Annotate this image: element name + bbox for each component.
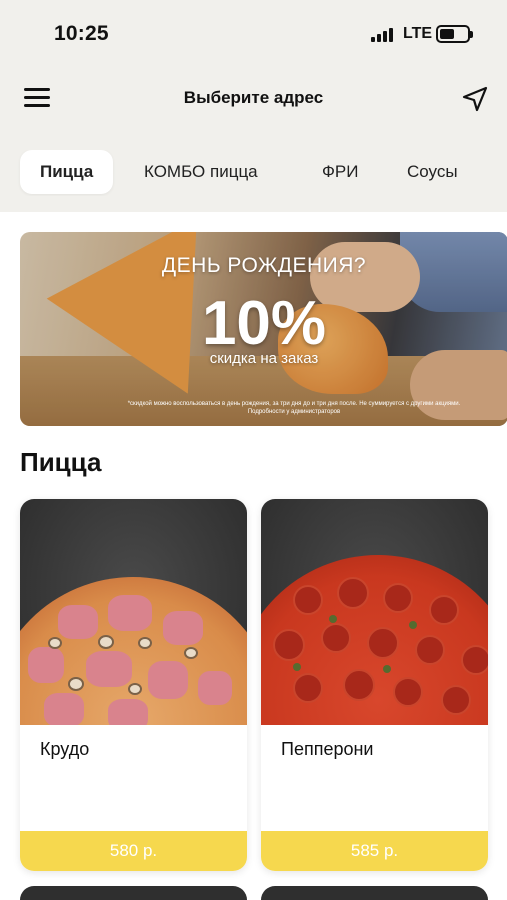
network-label: LTE bbox=[403, 25, 433, 42]
location-arrow-icon[interactable] bbox=[460, 84, 490, 114]
top-area: 10:25 LTE Выберите адрес Пицца КОМБО пиц… bbox=[0, 0, 507, 212]
address-selector[interactable]: Выберите адрес bbox=[0, 88, 507, 108]
tab-combo-pizza[interactable]: КОМБО пицца bbox=[144, 150, 258, 194]
product-name: Крудо bbox=[40, 739, 90, 759]
battery-icon bbox=[436, 25, 473, 43]
product-card-partial[interactable] bbox=[261, 886, 488, 900]
nav-bar: Выберите адрес bbox=[0, 78, 507, 120]
product-card-partial[interactable] bbox=[20, 886, 247, 900]
banner-subtitle: скидка на заказ bbox=[209, 350, 319, 367]
category-tabs: Пицца КОМБО пицца ФРИ Соусы bbox=[0, 150, 507, 196]
promo-banner[interactable]: ДЕНЬ РОЖДЕНИЯ? 10% скидка на заказ *скид… bbox=[20, 232, 507, 426]
status-bar: 10:25 LTE bbox=[0, 0, 507, 70]
product-image bbox=[20, 499, 247, 725]
product-image bbox=[261, 499, 488, 725]
status-time: 10:25 bbox=[54, 22, 109, 45]
banner-percent: 10% bbox=[201, 289, 327, 358]
price-button[interactable]: 585 р. bbox=[261, 831, 488, 871]
tab-sauces[interactable]: Соусы bbox=[407, 150, 458, 194]
section-title: Пицца bbox=[20, 447, 102, 477]
tab-pizza[interactable]: Пицца bbox=[20, 150, 114, 194]
product-card[interactable]: Крудо 580 р. bbox=[20, 499, 247, 871]
banner-fine-print: *скидкой можно воспользоваться в день ро… bbox=[127, 401, 461, 415]
price-button[interactable]: 580 р. bbox=[20, 831, 247, 871]
signal-icon bbox=[371, 28, 395, 42]
tab-fries[interactable]: ФРИ bbox=[322, 150, 358, 194]
banner-title: ДЕНЬ РОЖДЕНИЯ? bbox=[161, 254, 367, 277]
product-name: Пепперони bbox=[281, 739, 374, 759]
product-card[interactable]: Пепперони 585 р. bbox=[261, 499, 488, 871]
